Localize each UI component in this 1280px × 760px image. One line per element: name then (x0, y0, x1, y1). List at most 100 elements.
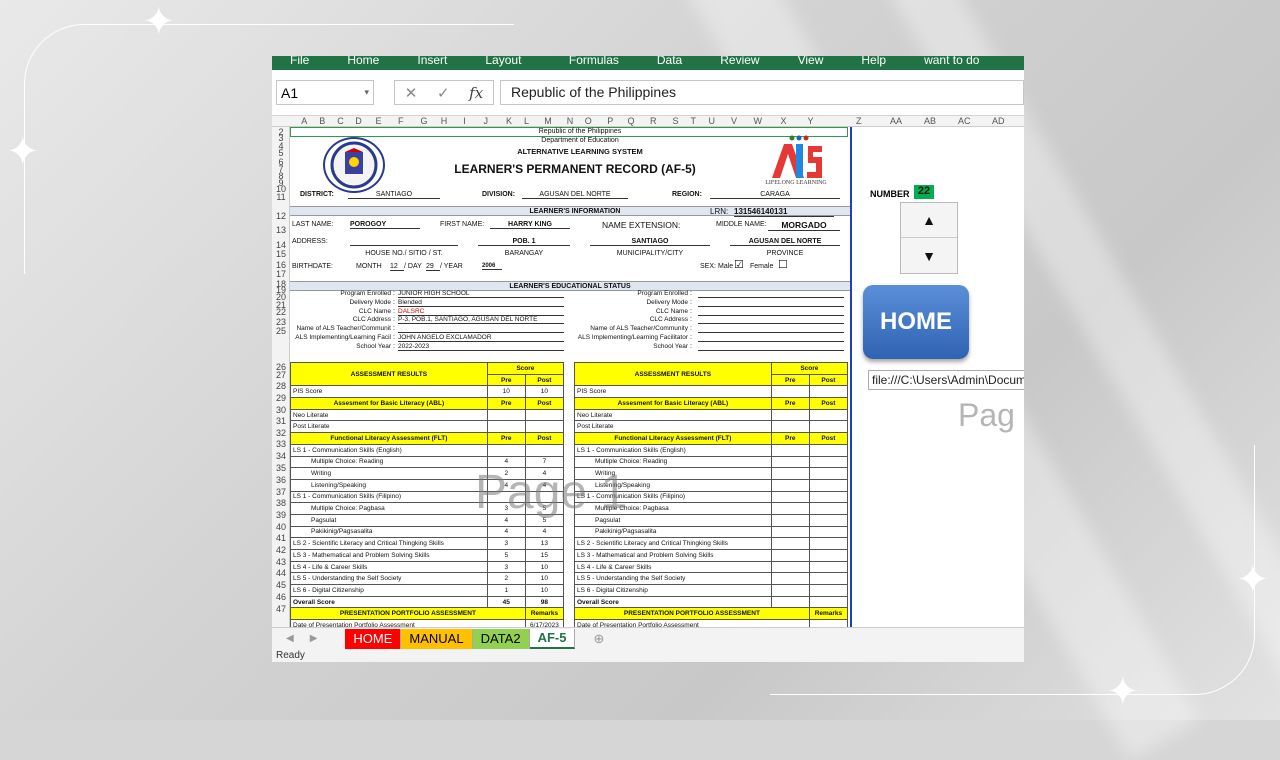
row-header[interactable]: 33 (272, 439, 290, 450)
row-label: PIS Score (574, 385, 772, 399)
birthdate-label: BIRTHDATE: (292, 263, 333, 270)
row-header[interactable]: 15 (272, 249, 290, 260)
row-header[interactable]: 13 (272, 225, 290, 236)
ribbon-tab[interactable]: Page Layout (485, 56, 530, 66)
name-box[interactable]: A1 ▾ (276, 80, 374, 105)
row-header[interactable]: 39 (272, 510, 290, 521)
column-header[interactable]: P (607, 116, 613, 126)
ribbon-tab[interactable]: Home (347, 56, 379, 66)
row-header[interactable]: 44 (272, 568, 290, 579)
enter-icon[interactable]: ✓ (437, 84, 450, 102)
home-button[interactable]: HOME (863, 285, 969, 359)
row-header[interactable]: 41 (272, 533, 290, 544)
ribbon-tab[interactable]: Help (861, 56, 886, 66)
male-checkbox[interactable]: ☑ (734, 258, 744, 271)
row-header[interactable]: 31 (272, 416, 290, 427)
column-header[interactable]: D (355, 116, 362, 126)
row-header[interactable]: 30 (272, 405, 290, 416)
column-header[interactable]: S (673, 116, 679, 126)
edu-label: School Year (653, 342, 688, 350)
sheet-tab[interactable]: HOME (345, 628, 402, 649)
row-label: Multiple Choice: Reading (290, 455, 488, 469)
ribbon-tab[interactable]: Data (657, 56, 682, 66)
row-label: PRESENTATION PORTFOLIO ASSESSMENT (290, 607, 526, 621)
column-header[interactable]: T (691, 116, 697, 126)
scroll-left-icon[interactable]: ◀ (286, 633, 294, 644)
column-header[interactable]: C (337, 116, 344, 126)
row-header[interactable]: 27 (272, 370, 290, 381)
row-header[interactable]: 28 (272, 381, 290, 392)
row-label: Listening/Speaking (290, 478, 488, 492)
sheet-tab[interactable]: MANUAL (401, 628, 473, 649)
female-checkbox[interactable]: ☐ (778, 258, 788, 271)
column-header[interactable]: Z (856, 116, 862, 126)
ribbon-tab[interactable]: Insert (417, 56, 447, 66)
row-header[interactable]: 29 (272, 393, 290, 404)
edu-label: Name of ALS Teacher/Communit (296, 325, 391, 333)
row-header[interactable]: 38 (272, 498, 290, 509)
sheet-tab[interactable]: AF-5 (529, 628, 576, 649)
column-header[interactable]: U (709, 116, 716, 126)
row-header[interactable]: 47 (272, 604, 290, 615)
ribbon-tab[interactable]: Review (720, 56, 759, 66)
column-header[interactable]: H (441, 116, 448, 126)
scroll-right-icon[interactable]: ▶ (310, 633, 318, 644)
row-header[interactable]: 37 (272, 487, 290, 498)
column-header[interactable]: O (585, 116, 592, 126)
add-sheet-icon[interactable]: ⊕ (593, 631, 604, 647)
column-header[interactable]: L (524, 116, 529, 126)
hyperlink-path[interactable]: file:///C:\Users\Admin\Docum (868, 370, 1024, 390)
edu-label: Delivery Mode (646, 298, 688, 306)
ribbon-tab[interactable]: File (290, 56, 309, 66)
column-header[interactable]: G (421, 116, 428, 126)
ribbon-tab[interactable]: Tell me what you want to do (924, 56, 1024, 66)
spin-down-icon[interactable]: ▼ (901, 238, 957, 273)
number-spinner[interactable]: ▲ ▼ (900, 202, 958, 274)
post-score: 13 (524, 537, 565, 550)
edu-label: ALS Implementing/Learning Facilitator (577, 334, 688, 341)
column-header[interactable]: N (567, 116, 574, 126)
spin-up-icon[interactable]: ▲ (901, 203, 957, 238)
column-header[interactable]: B (319, 116, 325, 126)
row-header[interactable]: 36 (272, 475, 290, 486)
row-header[interactable]: 45 (272, 580, 290, 591)
pre-score (486, 408, 526, 422)
column-header[interactable]: M (544, 116, 552, 126)
row-header[interactable]: 42 (272, 545, 290, 556)
column-header[interactable]: K (506, 116, 512, 126)
worksheet-area[interactable]: Republic of the Philippines Department o… (290, 127, 850, 632)
column-header[interactable]: AD (992, 116, 1005, 126)
row-header[interactable]: 35 (272, 463, 290, 474)
column-header[interactable]: Q (628, 116, 635, 126)
formula-input[interactable]: Republic of the Philippines (500, 80, 1024, 105)
column-header[interactable]: AC (958, 116, 971, 126)
column-header[interactable]: AB (924, 116, 936, 126)
column-header[interactable]: E (376, 116, 382, 126)
column-header[interactable]: J (484, 116, 489, 126)
row-header[interactable]: 11 (272, 192, 290, 203)
row-header[interactable]: 46 (272, 592, 290, 603)
ribbon-tab[interactable]: Formulas (569, 56, 619, 66)
row-header[interactable]: 34 (272, 451, 290, 462)
ribbon-tab[interactable]: View (798, 56, 824, 66)
column-header[interactable]: R (650, 116, 657, 126)
sex-label: SEX: (700, 263, 716, 270)
row-header[interactable]: 43 (272, 557, 290, 568)
row-header[interactable]: 12 (272, 211, 290, 222)
row-header[interactable]: 25 (272, 326, 290, 337)
column-header[interactable]: Y (808, 116, 814, 126)
column-header[interactable]: W (754, 116, 763, 126)
cancel-icon[interactable]: ✕ (405, 84, 418, 102)
column-header[interactable]: V (731, 116, 737, 126)
column-header[interactable]: F (398, 116, 404, 126)
row-header[interactable]: 40 (272, 522, 290, 533)
sheet-tab[interactable]: DATA2 (472, 628, 530, 649)
column-header[interactable]: I (463, 116, 466, 126)
column-header[interactable]: X (781, 116, 787, 126)
table-row: Post Literate (574, 420, 849, 434)
insert-function-icon[interactable]: fx (469, 84, 483, 102)
row-header[interactable]: 32 (272, 428, 290, 439)
column-header[interactable]: AA (890, 116, 902, 126)
pre-score (486, 420, 526, 434)
column-header[interactable]: A (301, 116, 307, 126)
